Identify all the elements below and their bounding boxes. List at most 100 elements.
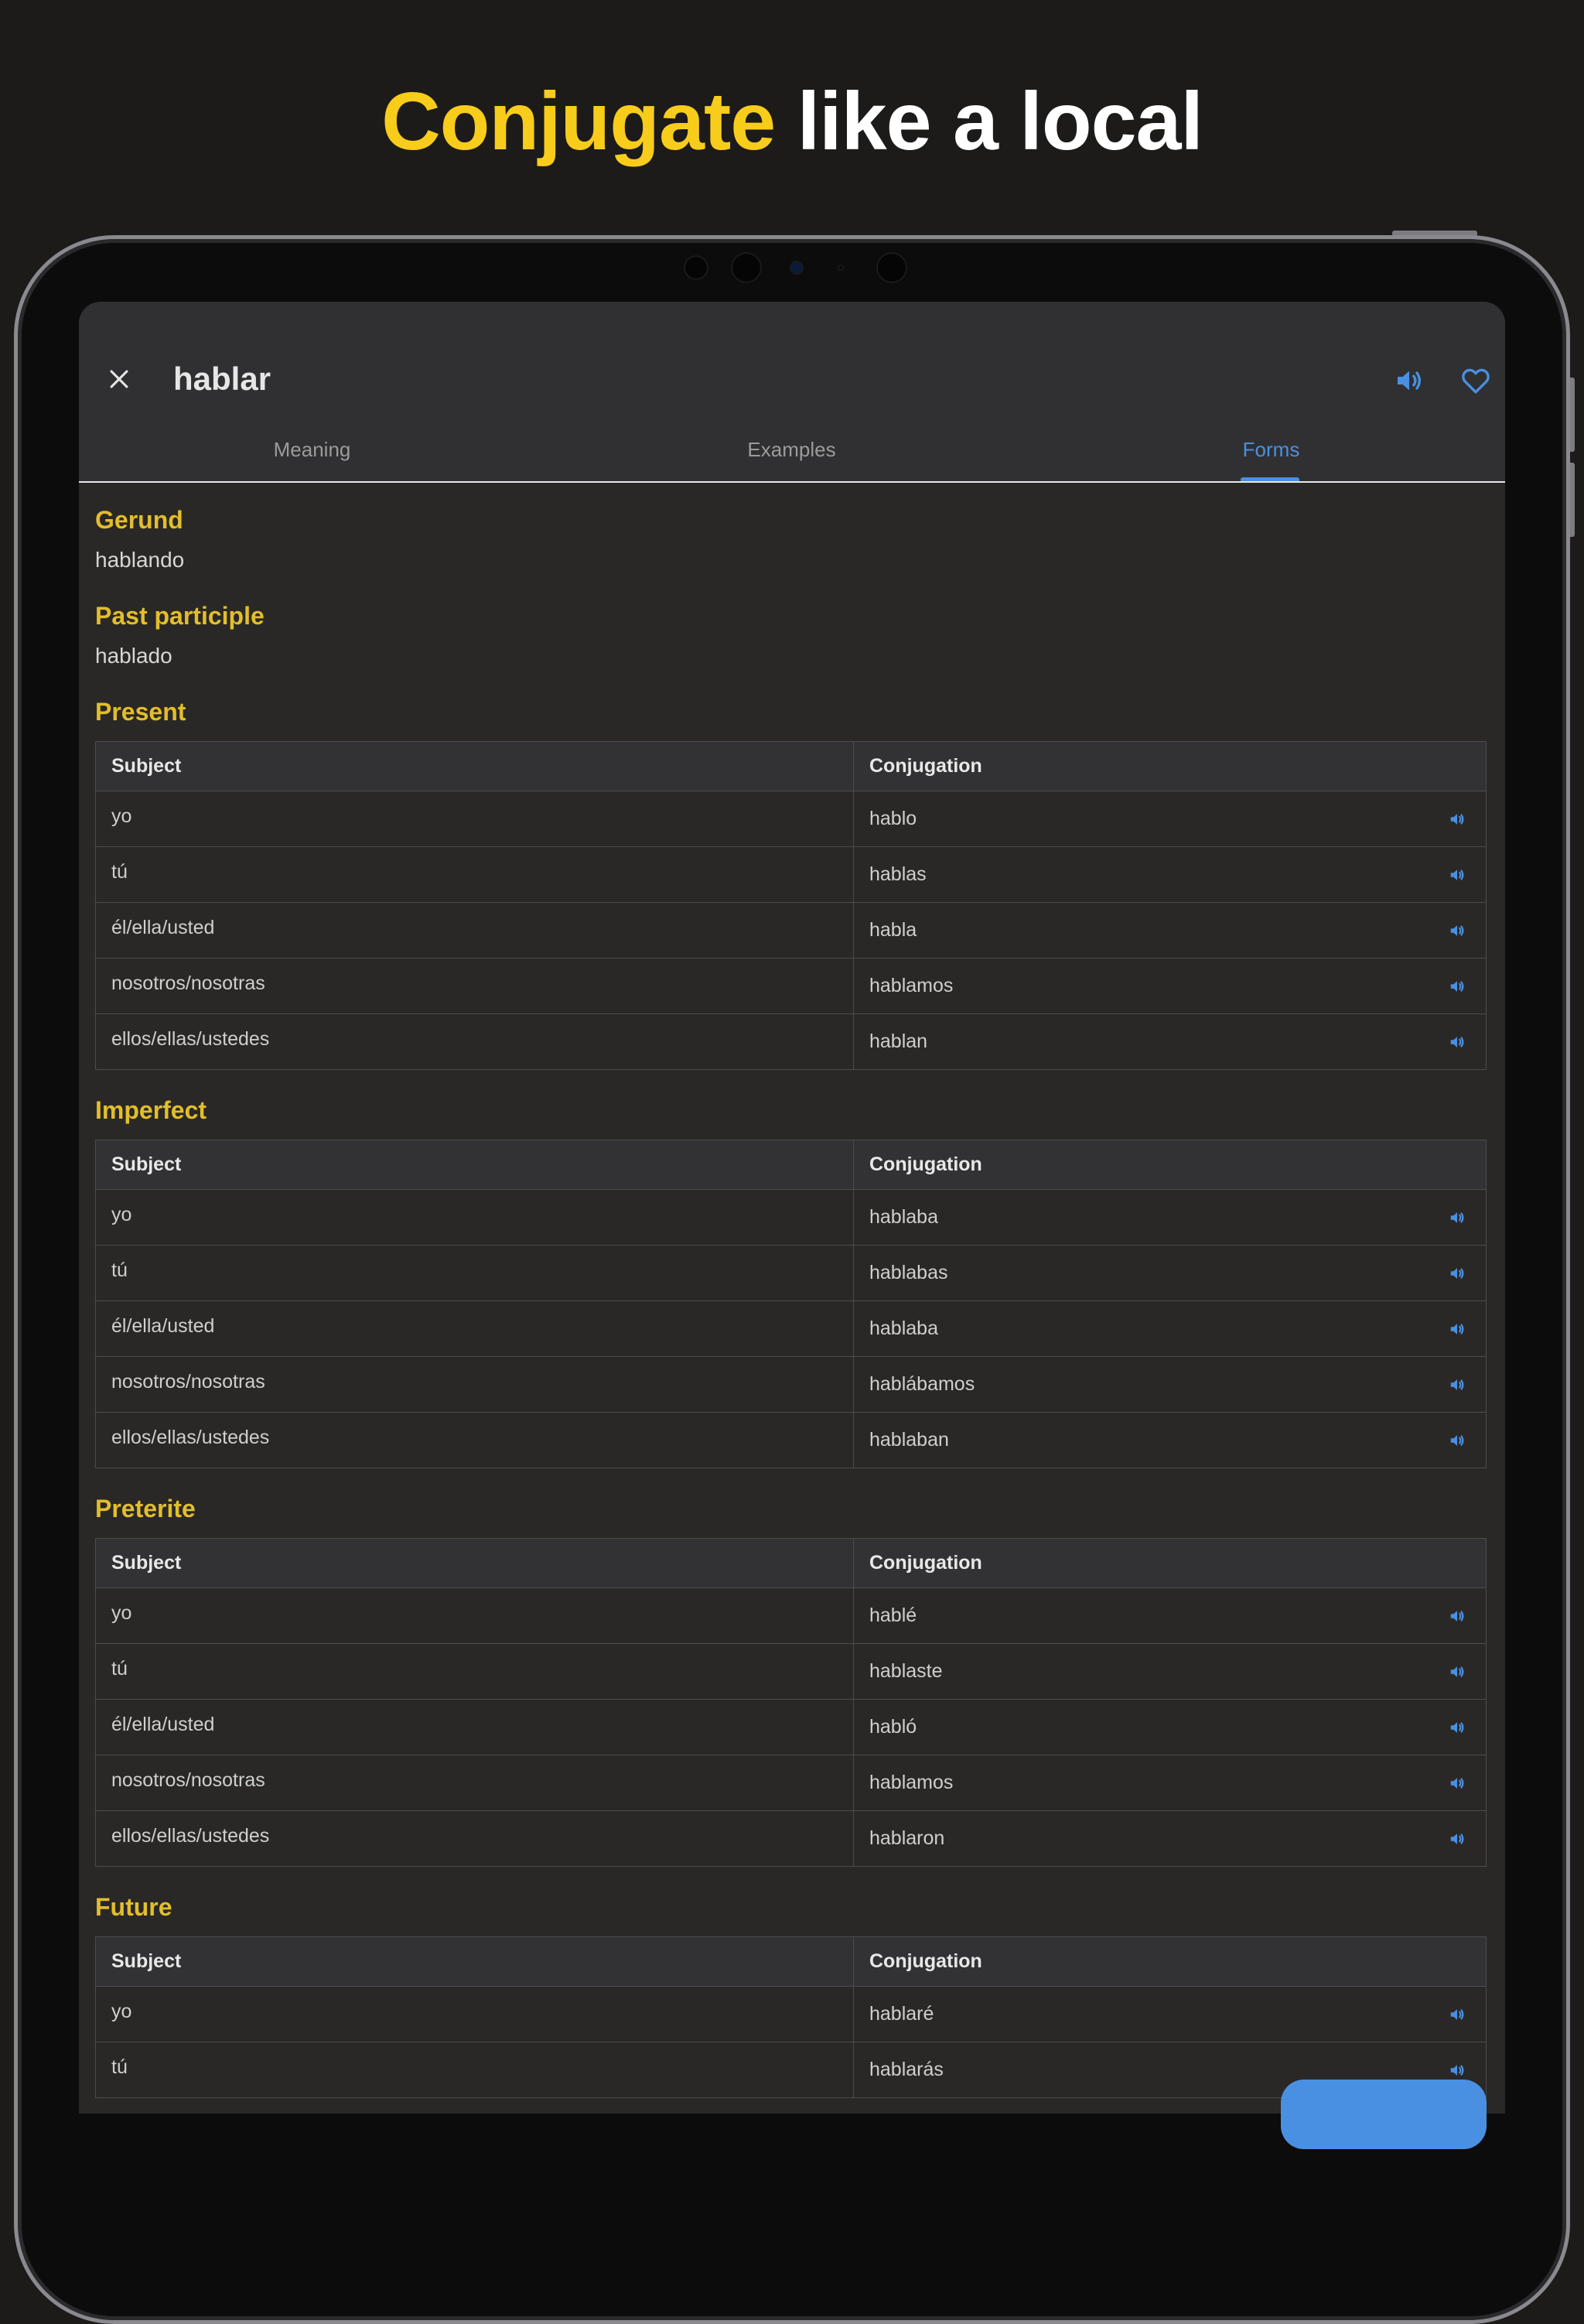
subject-cell: ellos/ellas/ustedes — [95, 1810, 854, 1867]
floating-action-button[interactable] — [1281, 2080, 1487, 2149]
heart-icon — [1462, 368, 1490, 394]
conjugation-cell: hablamos — [853, 958, 1487, 1014]
subject-header: Subject — [95, 1936, 854, 1987]
subject-cell: él/ella/usted — [95, 1699, 854, 1755]
row-pronounce-button[interactable] — [1447, 1263, 1467, 1283]
gerund-label: Gerund — [95, 506, 183, 534]
row-pronounce-button[interactable] — [1447, 2004, 1467, 2025]
participle-value: hablado — [95, 644, 172, 668]
subject-cell: ellos/ellas/ustedes — [95, 1013, 854, 1070]
sensor-2 — [731, 252, 762, 283]
conjugation-cell: hablamos — [853, 1755, 1487, 1811]
conjugation-form: hablaba — [869, 1318, 938, 1339]
word-title: hablar — [173, 361, 271, 397]
app-bar: hablar Meaning Examples Forms — [79, 302, 1505, 483]
table-row: yo hablo — [95, 791, 1487, 847]
table-row: él/ella/usted habló — [95, 1699, 1487, 1755]
subject-cell: nosotros/nosotras — [95, 1356, 854, 1413]
conjugation-cell: hablabas — [853, 1245, 1487, 1301]
row-pronounce-button[interactable] — [1447, 1319, 1467, 1339]
table-header: Subject Conjugation — [95, 741, 1487, 791]
close-button[interactable] — [96, 356, 142, 402]
row-pronounce-button[interactable] — [1447, 2060, 1467, 2080]
conjugation-form: hablas — [869, 863, 927, 885]
speaker-icon — [1450, 1777, 1464, 1789]
tab-meaning-label: Meaning — [273, 437, 351, 461]
subject-cell: yo — [95, 1986, 854, 2042]
tab-forms-label: Forms — [1242, 437, 1300, 461]
row-pronounce-button[interactable] — [1447, 1375, 1467, 1395]
sensor-1 — [684, 255, 708, 280]
row-pronounce-button[interactable] — [1447, 1662, 1467, 1682]
row-pronounce-button[interactable] — [1447, 1032, 1467, 1052]
conjugation-form: hablarás — [869, 2059, 944, 2080]
conjugation-cell: hablaste — [853, 1643, 1487, 1700]
subject-cell: tú — [95, 2042, 854, 2098]
conjugation-cell: hablaban — [853, 1412, 1487, 1468]
tab-examples-label: Examples — [747, 437, 836, 461]
favorite-button[interactable] — [1454, 359, 1497, 402]
row-pronounce-button[interactable] — [1447, 1208, 1467, 1228]
table-header: Subject Conjugation — [95, 1538, 1487, 1588]
speaker-icon — [1450, 1267, 1464, 1279]
speaker-icon — [1450, 2064, 1464, 2076]
row-pronounce-button[interactable] — [1447, 809, 1467, 829]
tab-examples[interactable]: Examples — [558, 418, 1025, 481]
subject-cell: yo — [95, 791, 854, 847]
row-pronounce-button[interactable] — [1447, 921, 1467, 941]
subject-cell: ellos/ellas/ustedes — [95, 1412, 854, 1468]
conjugation-table-future: Subject Conjugation yo hablaré tú hablarás — [95, 1936, 1487, 2098]
row-pronounce-button[interactable] — [1447, 1773, 1467, 1793]
table-row: él/ella/usted habla — [95, 902, 1487, 959]
subject-cell: tú — [95, 1643, 854, 1700]
table-row: tú hablas — [95, 846, 1487, 903]
conjugation-form: hablamos — [869, 1772, 954, 1793]
subject-cell: él/ella/usted — [95, 1300, 854, 1357]
subject-cell: nosotros/nosotras — [95, 958, 854, 1014]
speaker-icon — [1450, 1610, 1464, 1622]
conjugation-form: hablan — [869, 1030, 928, 1052]
sensor-3 — [838, 265, 844, 271]
tense-title-preterite: Preterite — [95, 1495, 196, 1523]
subject-cell: él/ella/usted — [95, 902, 854, 959]
conjugation-form: hablaban — [869, 1429, 949, 1451]
table-row: él/ella/usted hablaba — [95, 1300, 1487, 1357]
speaker-icon — [1450, 1379, 1464, 1390]
conjugation-cell: hablábamos — [853, 1356, 1487, 1413]
subject-header: Subject — [95, 1538, 854, 1588]
speaker-icon — [1450, 869, 1464, 880]
headline-rest: like a local — [775, 76, 1203, 167]
forms-content: Gerund hablando Past participle hablado … — [95, 504, 1487, 2098]
row-pronounce-button[interactable] — [1447, 1606, 1467, 1626]
tab-forms[interactable]: Forms — [1038, 418, 1504, 481]
conjugation-form: hablaron — [869, 1827, 945, 1849]
tab-divider — [79, 481, 1505, 483]
tense-title-present: Present — [95, 698, 186, 726]
conjugation-form: hablé — [869, 1605, 917, 1626]
speaker-icon — [1450, 813, 1464, 825]
conjugation-form: hablaste — [869, 1660, 943, 1682]
conjugation-cell: hablo — [853, 791, 1487, 847]
pronounce-button[interactable] — [1388, 359, 1431, 402]
conjugation-form: hablaré — [869, 2003, 934, 2025]
tab-meaning[interactable]: Meaning — [79, 418, 545, 481]
row-pronounce-button[interactable] — [1447, 1717, 1467, 1738]
conjugation-cell: hablan — [853, 1013, 1487, 1070]
speaker-icon — [1450, 1323, 1464, 1335]
conjugation-table-present: Subject Conjugation yo hablo tú hablas él/… — [95, 741, 1487, 1070]
subject-cell: yo — [95, 1587, 854, 1644]
row-pronounce-button[interactable] — [1447, 1430, 1467, 1451]
conjugation-form: hablaba — [869, 1206, 938, 1228]
row-pronounce-button[interactable] — [1447, 865, 1467, 885]
table-row: nosotros/nosotras hablamos — [95, 1755, 1487, 1811]
sensor-4 — [876, 252, 907, 283]
speaker-icon — [1450, 1212, 1464, 1223]
tense-title-future: Future — [95, 1893, 172, 1921]
tense-title-imperfect: Imperfect — [95, 1096, 207, 1124]
subject-cell: tú — [95, 846, 854, 903]
row-pronounce-button[interactable] — [1447, 976, 1467, 996]
speaker-icon — [1450, 980, 1464, 992]
row-pronounce-button[interactable] — [1447, 1829, 1467, 1849]
subject-header: Subject — [95, 1140, 854, 1190]
table-row: ellos/ellas/ustedes hablan — [95, 1013, 1487, 1070]
